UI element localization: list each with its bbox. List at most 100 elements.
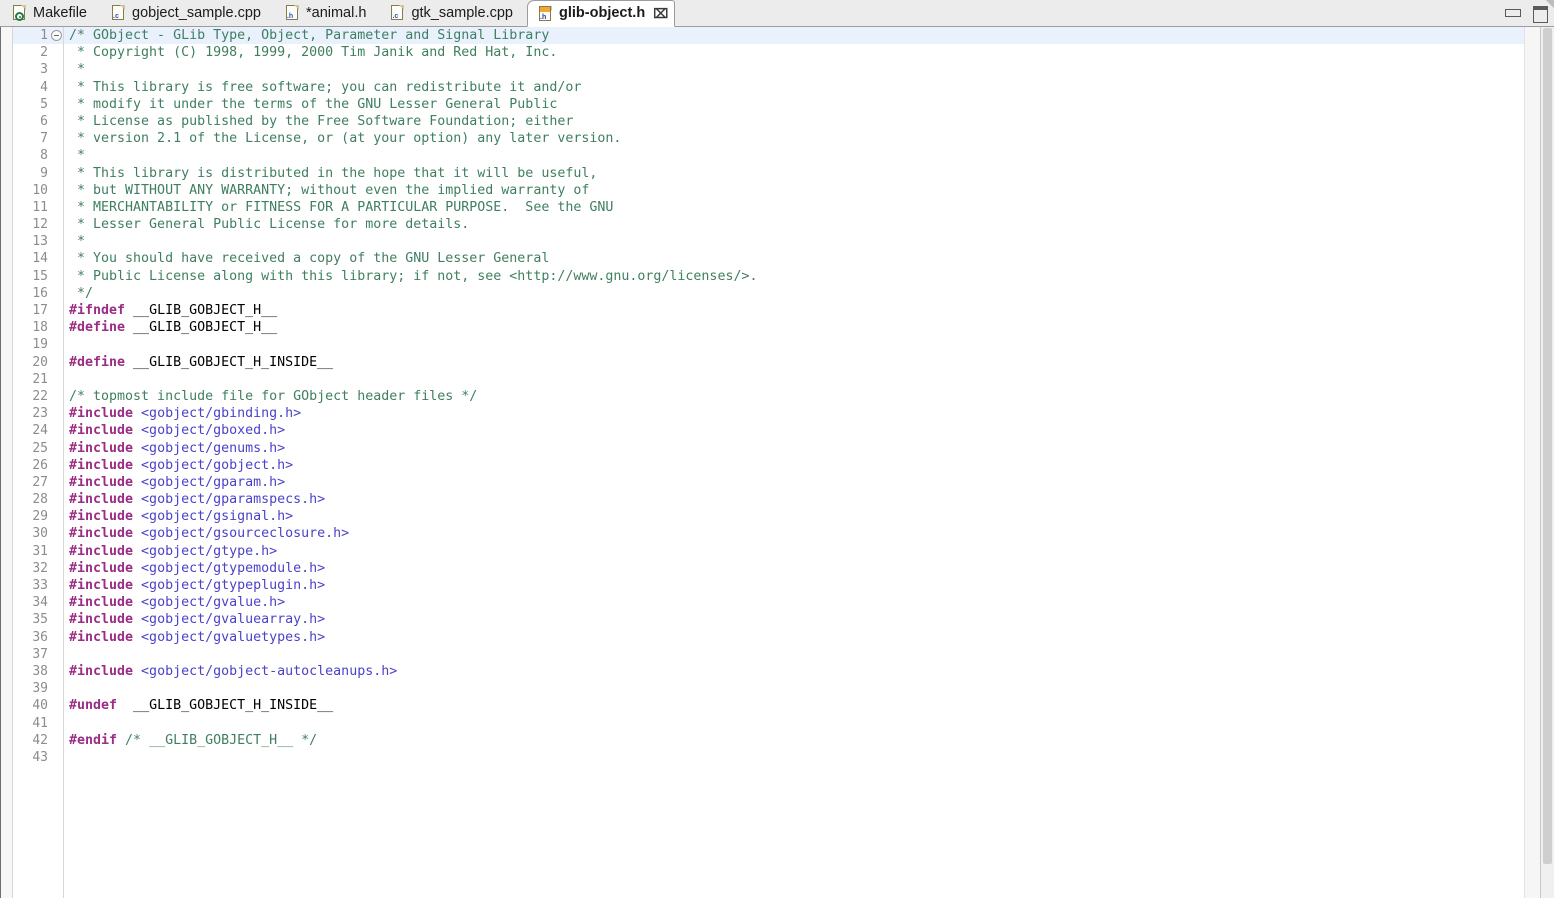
code-line[interactable]: 16 */ [13,285,1524,302]
code-line[interactable]: 8 * [13,147,1524,164]
code-line[interactable]: 14 * You should have received a copy of … [13,250,1524,267]
line-number: 25 [32,440,48,456]
code-viewport[interactable]: 1 /* GObject - GLib Type, Object, Paramet… [13,27,1524,898]
line-number: 24 [32,423,48,439]
code-line[interactable]: 24 #include <gobject/gboxed.h> [13,422,1524,439]
code-line[interactable]: 32 #include <gobject/gtypemodule.h> [13,560,1524,577]
code-line[interactable]: 3 * [13,61,1524,78]
line-number: 14 [32,251,48,267]
editor-tab[interactable]: Makefile [2,0,101,26]
code-line[interactable]: 11 * MERCHANTABILITY or FITNESS FOR A PA… [13,199,1524,216]
token-pp: #ifndef [69,303,126,318]
code-line[interactable]: 28 #include <gobject/gparamspecs.h> [13,491,1524,508]
code-line[interactable]: 6 * License as published by the Free Sof… [13,113,1524,130]
code-line[interactable]: 12 * Lesser General Public License for m… [13,216,1524,233]
fold-column[interactable] [49,27,63,44]
editor-tab[interactable]: .h glib-object.h ⌧ [527,0,676,27]
fold-collapse-icon[interactable] [50,30,62,41]
code-line[interactable]: 1 /* GObject - GLib Type, Object, Paramet… [13,27,1524,45]
code-text: * This library is distributed in the hop… [63,165,597,182]
code-line[interactable]: 31 #include <gobject/gtype.h> [13,543,1524,560]
line-number: 37 [32,646,48,662]
gutter-separator [63,27,64,898]
code-line[interactable]: 13 * [13,233,1524,250]
token-comment: * modify it under the terms of the GNU L… [69,96,558,112]
token-pp: #include [69,595,134,611]
code-line[interactable]: 27 #include <gobject/gparam.h> [13,474,1524,491]
code-line[interactable]: 4 * This library is free software; you c… [13,79,1524,96]
code-line[interactable]: 40 #undef __GLIB_GOBJECT_H_INSIDE__ [13,697,1524,714]
line-number: 18 [32,320,48,336]
code-line[interactable]: 38 #include <gobject/gobject-autocleanups… [13,663,1524,680]
line-number: 9 [40,165,48,181]
code-line[interactable]: 17 #ifndef __GLIB_GOBJECT_H__ [13,302,1524,319]
token-plain: __GLIB_GOBJECT_H__ [125,320,278,336]
tab-close-icon[interactable]: ⌧ [653,7,668,20]
token-inc: <gobject/gtype.h> [133,543,278,559]
line-number: 35 [32,612,48,628]
code-line[interactable]: 20 #define __GLIB_GOBJECT_H_INSIDE__ [13,354,1524,371]
tab-label: *animal.h [305,4,367,21]
code-line[interactable]: 33 #include <gobject/gtypeplugin.h> [13,577,1524,594]
code-line[interactable]: 41 [13,715,1524,732]
annotation-ruler[interactable] [1,27,13,898]
code-text: * This library is free software; you can… [63,79,581,96]
line-number: 2 [40,45,48,61]
code-line[interactable]: 25 #include <gobject/genums.h> [13,440,1524,457]
code-line[interactable]: 10 * but WITHOUT ANY WARRANTY; without e… [13,182,1524,199]
code-line[interactable]: 35 #include <gobject/gvaluearray.h> [13,611,1524,628]
code-line[interactable]: 42 #endif /* __GLIB_GOBJECT_H__ */ [13,732,1524,749]
overview-ruler[interactable] [1524,27,1540,898]
code-text: #endif /* __GLIB_GOBJECT_H__ */ [63,732,317,749]
code-line[interactable]: 9 * This library is distributed in the h… [13,165,1524,182]
code-line[interactable]: 34 #include <gobject/gvalue.h> [13,594,1524,611]
line-number: 39 [32,681,48,697]
line-number: 30 [32,526,48,542]
code-content[interactable]: 1 /* GObject - GLib Type, Object, Paramet… [13,27,1524,766]
editor-tab[interactable]: .c gobject_sample.cpp [101,0,275,26]
token-comment: * Copyright (C) 1998, 1999, 2000 Tim Jan… [69,45,558,61]
code-line[interactable]: 43 [13,749,1524,766]
code-line[interactable]: 5 * modify it under the terms of the GNU… [13,96,1524,113]
code-line[interactable]: 15 * Public License along with this libr… [13,268,1524,285]
code-text: #include <gobject/gparamspecs.h> [63,491,325,508]
code-text: /* topmost include file for GObject head… [63,388,477,405]
line-number: 23 [32,406,48,422]
token-inc: <gobject/gsignal.h> [133,509,294,525]
editor-tab[interactable]: .h *animal.h [275,0,380,26]
scrollbar-thumb[interactable] [1543,28,1552,865]
code-line[interactable]: 21 [13,371,1524,388]
code-line[interactable]: 19 [13,336,1524,353]
line-number: 41 [32,715,48,731]
code-line[interactable]: 2 * Copyright (C) 1998, 1999, 2000 Tim J… [13,44,1524,61]
code-line[interactable]: 18 #define __GLIB_GOBJECT_H__ [13,319,1524,336]
token-inc: <gobject/gvaluearray.h> [133,612,326,628]
code-line[interactable]: 30 #include <gobject/gsourceclosure.h> [13,525,1524,542]
code-text: #include <gobject/gobject.h> [63,457,293,474]
line-number: 36 [32,629,48,645]
editor-tab[interactable]: .c gtk_sample.cpp [380,0,527,26]
line-number: 21 [32,371,48,387]
vertical-scrollbar[interactable] [1540,27,1554,898]
code-line[interactable]: 36 #include <gobject/gvaluetypes.h> [13,629,1524,646]
token-pp: #include [69,629,134,645]
token-inc: <gobject/gvalue.h> [133,595,286,611]
editor-tab-bar: Makefile .c gobject_sample.cpp .h *animal.h.… [0,0,1554,27]
token-comment: * [69,62,86,78]
code-line[interactable]: 26 #include <gobject/gobject.h> [13,457,1524,474]
code-text: */ [63,285,93,302]
code-line[interactable]: 22 /* topmost include file for GObject he… [13,388,1524,405]
code-line[interactable]: 37 [13,646,1524,663]
token-pp: #include [69,509,134,525]
code-line[interactable]: 29 #include <gobject/gsignal.h> [13,508,1524,525]
code-line[interactable]: 39 [13,680,1524,697]
code-text: * Lesser General Public License for more… [63,216,469,233]
token-pp: #endif [69,732,118,748]
token-pp: #include [69,543,134,559]
code-text: #define __GLIB_GOBJECT_H__ [63,319,277,336]
code-line[interactable]: 23 #include <gobject/gbinding.h> [13,405,1524,422]
code-line[interactable]: 7 * version 2.1 of the License, or (at y… [13,130,1524,147]
minimize-icon[interactable] [1504,5,1521,19]
token-pp: #define [69,354,126,370]
tab-label: gtk_sample.cpp [411,4,513,21]
